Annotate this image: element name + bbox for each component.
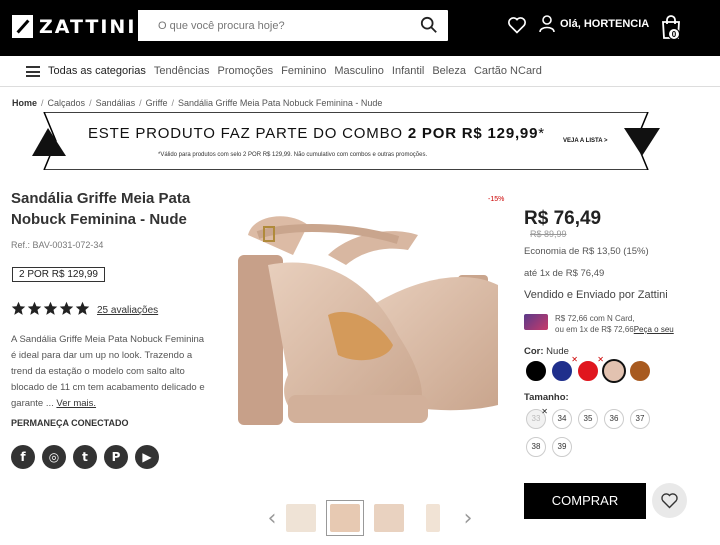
size-options: 33 ✕ 34 35 36 37 38 39 bbox=[526, 407, 666, 465]
menu-icon[interactable] bbox=[26, 65, 40, 77]
size-option-38[interactable]: 38 bbox=[526, 437, 546, 457]
installments-text: até 1x de R$ 76,49 bbox=[524, 268, 605, 279]
price: R$ 76,49 bbox=[524, 208, 602, 229]
product-description: A Sandália Griffe Meia Pata Nobuck Femin… bbox=[11, 332, 211, 412]
star-icon bbox=[11, 301, 26, 315]
thumbnail-strip: ‹ › bbox=[262, 500, 478, 536]
nav-link-beleza[interactable]: Beleza bbox=[432, 65, 466, 77]
size-option-34[interactable]: 34 bbox=[552, 409, 572, 429]
ncard-offer: R$ 72,66 com N Card, ou em 1x de R$ 72,6… bbox=[555, 313, 674, 335]
unavailable-x-icon: ✕ bbox=[597, 355, 604, 364]
ncard-line2: ou em 1x de R$ 72,66 bbox=[555, 325, 634, 334]
nav-link-masculino[interactable]: Masculino bbox=[334, 65, 384, 77]
favorite-button[interactable] bbox=[652, 483, 687, 518]
product-main-image[interactable] bbox=[228, 195, 508, 445]
thumbnail-2[interactable] bbox=[326, 500, 364, 536]
all-categories-link[interactable]: Todas as categorias bbox=[48, 65, 146, 77]
thumbnail-1[interactable] bbox=[282, 500, 320, 536]
breadcrumb-calcados[interactable]: Calçados bbox=[48, 98, 86, 108]
combo-banner[interactable]: ESTE PRODUTO FAZ PARTE DO COMBO 2 POR R$… bbox=[30, 112, 662, 170]
heart-icon bbox=[661, 493, 678, 509]
chevron-left-icon[interactable]: ‹ bbox=[262, 506, 282, 531]
unavailable-x-icon: ✕ bbox=[571, 355, 578, 364]
star-icon bbox=[59, 301, 74, 315]
color-swatch-red[interactable]: ✕ bbox=[576, 355, 604, 383]
selected-color: Nude bbox=[546, 346, 569, 357]
logo-text: ZATTINI bbox=[39, 15, 137, 38]
chevron-right-icon[interactable]: › bbox=[458, 506, 478, 531]
user-account[interactable]: Olá, HORTENCIA bbox=[539, 15, 649, 33]
old-price: R$ 89,99 bbox=[530, 229, 567, 239]
breadcrumb: Home / Calçados / Sandálias / Griffe / Sandá… bbox=[12, 98, 383, 108]
youtube-icon[interactable]: ▶ bbox=[135, 445, 159, 469]
nav-link-feminino[interactable]: Feminino bbox=[281, 65, 326, 77]
rating-stars bbox=[11, 301, 91, 316]
size-option-37[interactable]: 37 bbox=[630, 409, 650, 429]
color-swatch-black[interactable] bbox=[524, 359, 548, 383]
pinterest-icon[interactable]: P bbox=[104, 445, 128, 469]
search-box[interactable] bbox=[138, 10, 448, 41]
thumbnail-3[interactable] bbox=[370, 500, 408, 536]
combo-note: *Válido para produtos com selo 2 POR R$ … bbox=[158, 152, 428, 158]
description-text: A Sandália Griffe Meia Pata Nobuck Femin… bbox=[11, 334, 205, 409]
combo-title: ESTE PRODUTO FAZ PARTE DO COMBO 2 POR R$… bbox=[88, 125, 545, 142]
promo-badge[interactable]: 2 POR R$ 129,99 bbox=[12, 267, 105, 282]
color-swatch-brown[interactable] bbox=[628, 359, 652, 383]
color-swatch-nude[interactable] bbox=[602, 359, 626, 383]
buy-button[interactable]: COMPRAR bbox=[524, 483, 646, 519]
stay-connected-label: PERMANEÇA CONECTADO bbox=[11, 418, 129, 428]
size-label: Tamanho: bbox=[524, 392, 569, 403]
thumbnail-4[interactable] bbox=[414, 500, 452, 536]
search-icon[interactable] bbox=[420, 16, 438, 34]
seller-text: Vendido e Enviado por Zattini bbox=[524, 289, 668, 301]
user-greeting: Olá, HORTENCIA bbox=[560, 18, 650, 30]
breadcrumb-sandalias[interactable]: Sandálias bbox=[96, 98, 136, 108]
product-ref: Ref.: BAV-0031-072-34 bbox=[11, 240, 104, 250]
facebook-icon[interactable]: f bbox=[11, 445, 35, 469]
search-input[interactable] bbox=[138, 10, 408, 41]
breadcrumb-griffe[interactable]: Griffe bbox=[146, 98, 168, 108]
star-icon bbox=[27, 301, 42, 315]
star-icon bbox=[75, 301, 90, 315]
discount-badge: -15% bbox=[488, 196, 505, 203]
category-nav: Todas as categorias Tendências Promoções… bbox=[0, 56, 720, 87]
top-header: ZATTINI Olá, HORTENCIA 0 bbox=[0, 0, 720, 56]
bag-count-badge: 0 bbox=[668, 28, 680, 40]
ncard-request-link[interactable]: Peça o seu bbox=[634, 325, 674, 334]
saving-text: Economia de R$ 13,50 (15%) bbox=[524, 246, 649, 257]
color-swatches: ✕ ✕ bbox=[524, 355, 654, 383]
nav-link-infantil[interactable]: Infantil bbox=[392, 65, 424, 77]
user-icon bbox=[539, 15, 555, 33]
nav-link-promocoes[interactable]: Promoções bbox=[218, 65, 274, 77]
wishlist-heart-icon[interactable] bbox=[507, 15, 527, 35]
breadcrumb-home[interactable]: Home bbox=[12, 98, 37, 108]
social-links: f ◎ t P ▶ bbox=[11, 445, 166, 469]
nav-links: Tendências Promoções Feminino Masculino … bbox=[154, 65, 550, 77]
ncard-line1: R$ 72,66 com N Card, bbox=[555, 314, 635, 323]
color-swatch-navy[interactable]: ✕ bbox=[550, 355, 578, 383]
size-option-36[interactable]: 36 bbox=[604, 409, 624, 429]
star-icon bbox=[43, 301, 58, 315]
size-option-33[interactable]: 33 ✕ bbox=[526, 407, 548, 429]
nav-link-tendencias[interactable]: Tendências bbox=[154, 65, 210, 77]
ncard-icon bbox=[524, 314, 548, 330]
breadcrumb-current: Sandália Griffe Meia Pata Nobuck Feminin… bbox=[177, 98, 383, 108]
logo-mark-icon bbox=[12, 15, 33, 38]
nav-link-ncard[interactable]: Cartão NCard bbox=[474, 65, 542, 77]
color-label: Cor: Nude bbox=[524, 346, 569, 357]
unavailable-x-icon: ✕ bbox=[541, 407, 548, 416]
product-title: Sandália Griffe Meia Pata Nobuck Feminin… bbox=[11, 190, 191, 228]
instagram-icon[interactable]: ◎ bbox=[42, 445, 66, 469]
size-option-35[interactable]: 35 bbox=[578, 409, 598, 429]
zattini-logo[interactable]: ZATTINI bbox=[12, 15, 136, 38]
size-option-39[interactable]: 39 bbox=[552, 437, 572, 457]
twitter-icon[interactable]: t bbox=[73, 445, 97, 469]
combo-see-list-link[interactable]: VEJA A LISTA > bbox=[563, 138, 608, 144]
see-more-link[interactable]: Ver mais. bbox=[56, 398, 96, 409]
reviews-link[interactable]: 25 avaliações bbox=[97, 305, 158, 316]
